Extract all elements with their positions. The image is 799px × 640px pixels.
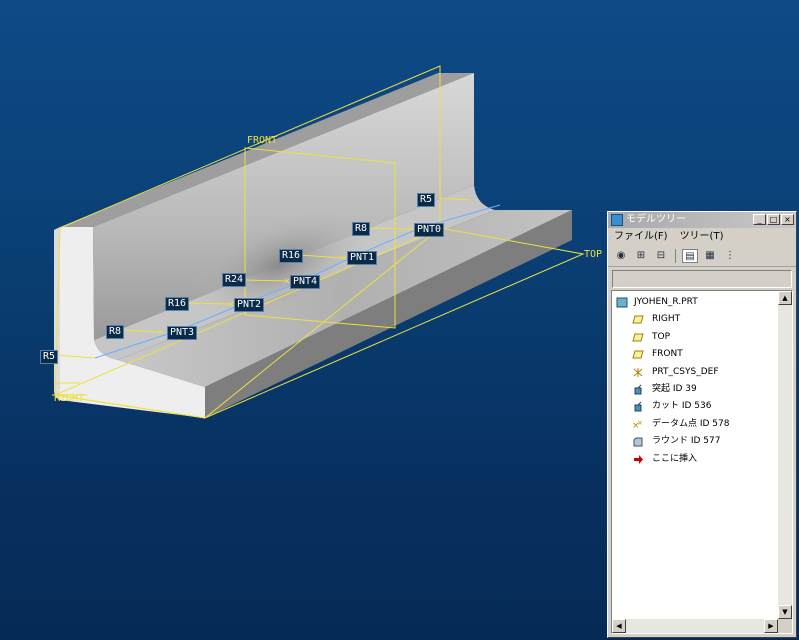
- tree-columns-icon[interactable]: ▦: [702, 249, 718, 263]
- tree-item-top[interactable]: TOP: [612, 329, 778, 346]
- tree-toolbar: ◉ ⊞ ⊟ ▤ ▦ ⋮: [608, 246, 796, 267]
- cut-icon: [634, 401, 642, 412]
- radius-label-r5-start[interactable]: R5: [40, 350, 59, 364]
- tree-item-right[interactable]: RIGHT: [612, 311, 778, 328]
- menu-file[interactable]: ファイル(F): [614, 228, 668, 246]
- tree-item-protrusion[interactable]: 突起 ID 39: [612, 381, 778, 398]
- tree-item-round[interactable]: ラウンド ID 577: [612, 433, 778, 450]
- point-label-pnt1[interactable]: PNT1: [347, 251, 378, 265]
- show-tree-icon[interactable]: ▤: [682, 249, 698, 263]
- top-plane-label[interactable]: TOP: [582, 249, 604, 261]
- datum-plane-icon: [632, 315, 644, 324]
- expand-tree-icon[interactable]: ⊞: [633, 249, 649, 263]
- scroll-down-icon[interactable]: ▼: [778, 605, 792, 619]
- radius-label-r16-pnt2[interactable]: R16: [165, 297, 190, 311]
- tree-item-datum-point[interactable]: × × データム点 ID 578: [612, 416, 778, 433]
- tree-filter-icon[interactable]: ⋮: [722, 249, 738, 263]
- minimize-button[interactable]: _: [753, 214, 766, 225]
- tree-item-cut[interactable]: カット ID 536: [612, 398, 778, 415]
- collapse-tree-icon[interactable]: ⊟: [653, 249, 669, 263]
- right-plane-label[interactable]: RIGHT: [52, 393, 86, 405]
- tree-item-part[interactable]: JYOHEN_R.PRT: [612, 294, 778, 311]
- protrusion-icon: [634, 384, 642, 395]
- menu-tree[interactable]: ツリー(T): [680, 228, 724, 246]
- vertical-scrollbar[interactable]: ▲ ▼: [778, 291, 792, 619]
- svg-text:×: ×: [637, 419, 643, 427]
- close-button[interactable]: ×: [781, 214, 794, 225]
- tree-list[interactable]: JYOHEN_R.PRT RIGHT TOP FRONT PRT_CSYS_DE…: [611, 290, 793, 634]
- scroll-right-icon[interactable]: ▶: [764, 619, 778, 633]
- horizontal-scrollbar[interactable]: ◀ ▶: [612, 619, 778, 633]
- radius-label-r5-end[interactable]: R5: [417, 193, 436, 207]
- model-tree-titlebar[interactable]: モデルツリー _ □ ×: [608, 212, 796, 228]
- datum-plane-icon: [632, 333, 644, 342]
- csys-icon: [633, 367, 643, 377]
- part-icon: [616, 297, 628, 308]
- radius-label-r24-pnt4[interactable]: R24: [222, 273, 247, 287]
- tree-menubar: ファイル(F) ツリー(T): [608, 228, 796, 246]
- tree-item-front[interactable]: FRONT: [612, 346, 778, 363]
- radius-label-r8-pnt0[interactable]: R8: [352, 222, 371, 236]
- radius-label-r16-pnt1[interactable]: R16: [279, 249, 304, 263]
- front-plane-label[interactable]: FRONT: [245, 135, 279, 147]
- window-title: モデルツリー: [626, 214, 686, 225]
- binoculars-icon[interactable]: ◉: [613, 249, 629, 263]
- insert-arrow-icon: [634, 454, 643, 464]
- tree-search-field[interactable]: [612, 270, 792, 288]
- datum-point-icon: ××: [632, 419, 643, 430]
- datum-plane-icon: [632, 350, 644, 359]
- scroll-corner: [778, 619, 792, 633]
- round-icon: [633, 437, 643, 447]
- point-label-pnt4[interactable]: PNT4: [290, 275, 321, 289]
- scroll-left-icon[interactable]: ◀: [612, 619, 626, 633]
- radius-label-r8-pnt3[interactable]: R8: [106, 325, 125, 339]
- point-label-pnt2[interactable]: PNT2: [234, 298, 265, 312]
- tree-item-csys[interactable]: PRT_CSYS_DEF: [612, 364, 778, 381]
- scroll-up-icon[interactable]: ▲: [778, 291, 792, 305]
- maximize-button[interactable]: □: [767, 214, 780, 225]
- window-icon: [611, 214, 623, 226]
- model-tree-window[interactable]: モデルツリー _ □ × ファイル(F) ツリー(T) ◉ ⊞ ⊟ ▤ ▦ ⋮ …: [607, 211, 797, 638]
- point-label-pnt3[interactable]: PNT3: [167, 326, 198, 340]
- tree-item-insert-here[interactable]: ここに挿入: [612, 451, 778, 468]
- point-label-pnt0[interactable]: PNT0: [414, 223, 445, 237]
- svg-text:×: ×: [158, 327, 164, 338]
- toolbar-separator: [675, 249, 676, 263]
